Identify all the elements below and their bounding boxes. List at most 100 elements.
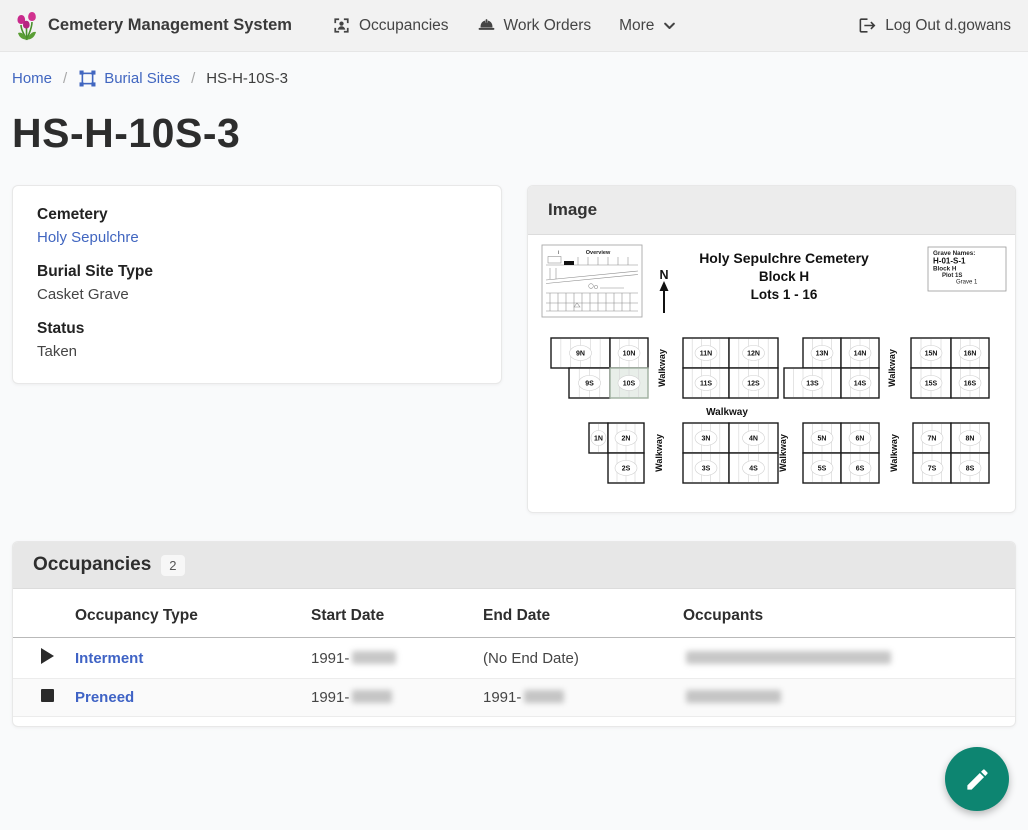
redacted-text [524,690,564,703]
table-row-interment: Interment 1991- (No End Date) [13,638,1015,679]
occupancy-type-link[interactable]: Interment [75,650,143,667]
svg-text:12N: 12N [747,351,760,358]
walkway-label: Walkway [778,434,788,472]
svg-text:13N: 13N [816,351,829,358]
logout-icon [858,16,877,35]
walkway-label: Walkway [706,407,748,418]
edit-fab-button[interactable] [945,747,1009,811]
svg-text:Grave 1: Grave 1 [956,280,978,286]
page-title: HS-H-10S-3 [12,108,1016,158]
map-plot-6n: 6N [841,423,879,453]
breadcrumb-separator: / [191,70,195,87]
map-plot-8s: 8S [951,453,989,483]
svg-text:11N: 11N [700,351,712,358]
map-plot-15s: 15S [911,368,951,398]
walkway-label: Walkway [657,349,667,387]
svg-text:8S: 8S [966,466,975,473]
occupancies-title: Occupancies [33,554,151,576]
column-header-occupants: Occupants [683,589,1015,638]
svg-text:7S: 7S [928,466,937,473]
top-navbar: Cemetery Management System Occupancies W… [0,0,1028,52]
map-plot-11s: 11S [683,368,729,398]
map-plot-12s: 12S [729,368,778,398]
walkway-label: Walkway [887,349,897,387]
svg-text:14N: 14N [854,351,867,358]
nav-more[interactable]: More [619,17,677,35]
svg-text:5S: 5S [818,466,827,473]
svg-text:6S: 6S [856,466,865,473]
svg-text:i: i [558,250,559,256]
map-plots-layer: 9N10N9S10S11N12N11S12S13N14N13S14S15N16N… [551,338,989,483]
end-date-value: (No End Date) [483,650,579,667]
svg-text:7N: 7N [928,436,937,443]
field-value: Casket Grave [37,286,477,303]
end-date-value: 1991- [483,689,521,706]
map-plot-16n: 16N [951,338,989,368]
svg-text:Block H: Block H [933,266,957,273]
map-plot-4s: 4S [729,453,778,483]
column-header-end-date: End Date [483,589,683,638]
column-header-start-date: Start Date [311,589,483,638]
app-brand[interactable]: Cemetery Management System [15,11,292,41]
tulip-logo-icon [15,11,39,41]
redacted-occupants [686,690,781,703]
map-plot-9n: 9N [551,338,610,368]
breadcrumb-home-link[interactable]: Home [12,70,52,87]
start-date-value: 1991- [311,689,349,706]
svg-text:2N: 2N [622,436,631,443]
field-burial-site-type: Burial Site Type Casket Grave [37,263,477,303]
svg-text:Plot 1S: Plot 1S [942,273,962,279]
north-arrow: N [659,268,668,313]
occupancies-table: Occupancy Type Start Date End Date Occup… [13,589,1015,717]
hard-hat-icon [477,16,496,35]
svg-text:4S: 4S [749,466,758,473]
svg-text:10N: 10N [623,351,636,358]
cemetery-link[interactable]: Holy Sepulchre [37,229,139,246]
nav-logout[interactable]: Log Out d.gowans [858,16,1011,35]
map-plot-3s: 3S [683,453,729,483]
svg-text:10S: 10S [623,381,636,388]
occupancy-type-link[interactable]: Preneed [75,689,134,706]
breadcrumb-separator: / [63,70,67,87]
svg-text:12S: 12S [747,381,760,388]
svg-text:9N: 9N [576,351,585,358]
svg-text:Holy Sepulchre Cemetery: Holy Sepulchre Cemetery [699,250,869,266]
svg-text:2S: 2S [622,466,631,473]
field-cemetery: Cemetery Holy Sepulchre [37,206,477,246]
svg-text:N: N [659,268,668,282]
map-plot-13n: 13N [803,338,841,368]
svg-text:Overview: Overview [586,250,611,256]
table-row-preneed: Preneed 1991- 1991- [13,679,1015,717]
chevron-down-icon [662,18,677,33]
map-plot-10s: 10S [610,368,648,398]
map-plot-5s: 5S [803,453,841,483]
redacted-text [352,690,392,703]
map-plot-16s: 16S [951,368,989,398]
nav-work-orders[interactable]: Work Orders [477,16,592,35]
overview-current-block-marker [564,261,574,265]
map-plot-1n: 1N [589,423,608,453]
map-plot-6s: 6S [841,453,879,483]
map-plot-15n: 15N [911,338,951,368]
svg-text:Block H: Block H [759,269,809,284]
svg-text:4N: 4N [749,436,758,443]
occupancies-count-badge: 2 [161,555,184,576]
occupancy-frame-icon [332,16,351,35]
svg-text:14S: 14S [854,381,867,388]
svg-text:H-01-S-1: H-01-S-1 [933,257,966,266]
occupancies-header: Occupancies 2 [13,542,1015,589]
breadcrumb-burial-sites-link[interactable]: Burial Sites [78,69,180,88]
redacted-text [352,651,396,664]
svg-text:Lots 1 - 16: Lots 1 - 16 [751,287,818,302]
field-label: Status [37,320,477,338]
svg-text:15N: 15N [925,351,938,358]
svg-text:8N: 8N [966,436,975,443]
svg-text:3N: 3N [702,436,711,443]
nav-occupancies[interactable]: Occupancies [332,16,449,35]
column-header-icon [13,589,75,638]
map-plot-13s: 13S [784,368,841,398]
map-plot-4n: 4N [729,423,778,453]
redacted-occupants [686,651,891,664]
map-plot-12n: 12N [729,338,778,368]
stop-icon [41,689,54,702]
